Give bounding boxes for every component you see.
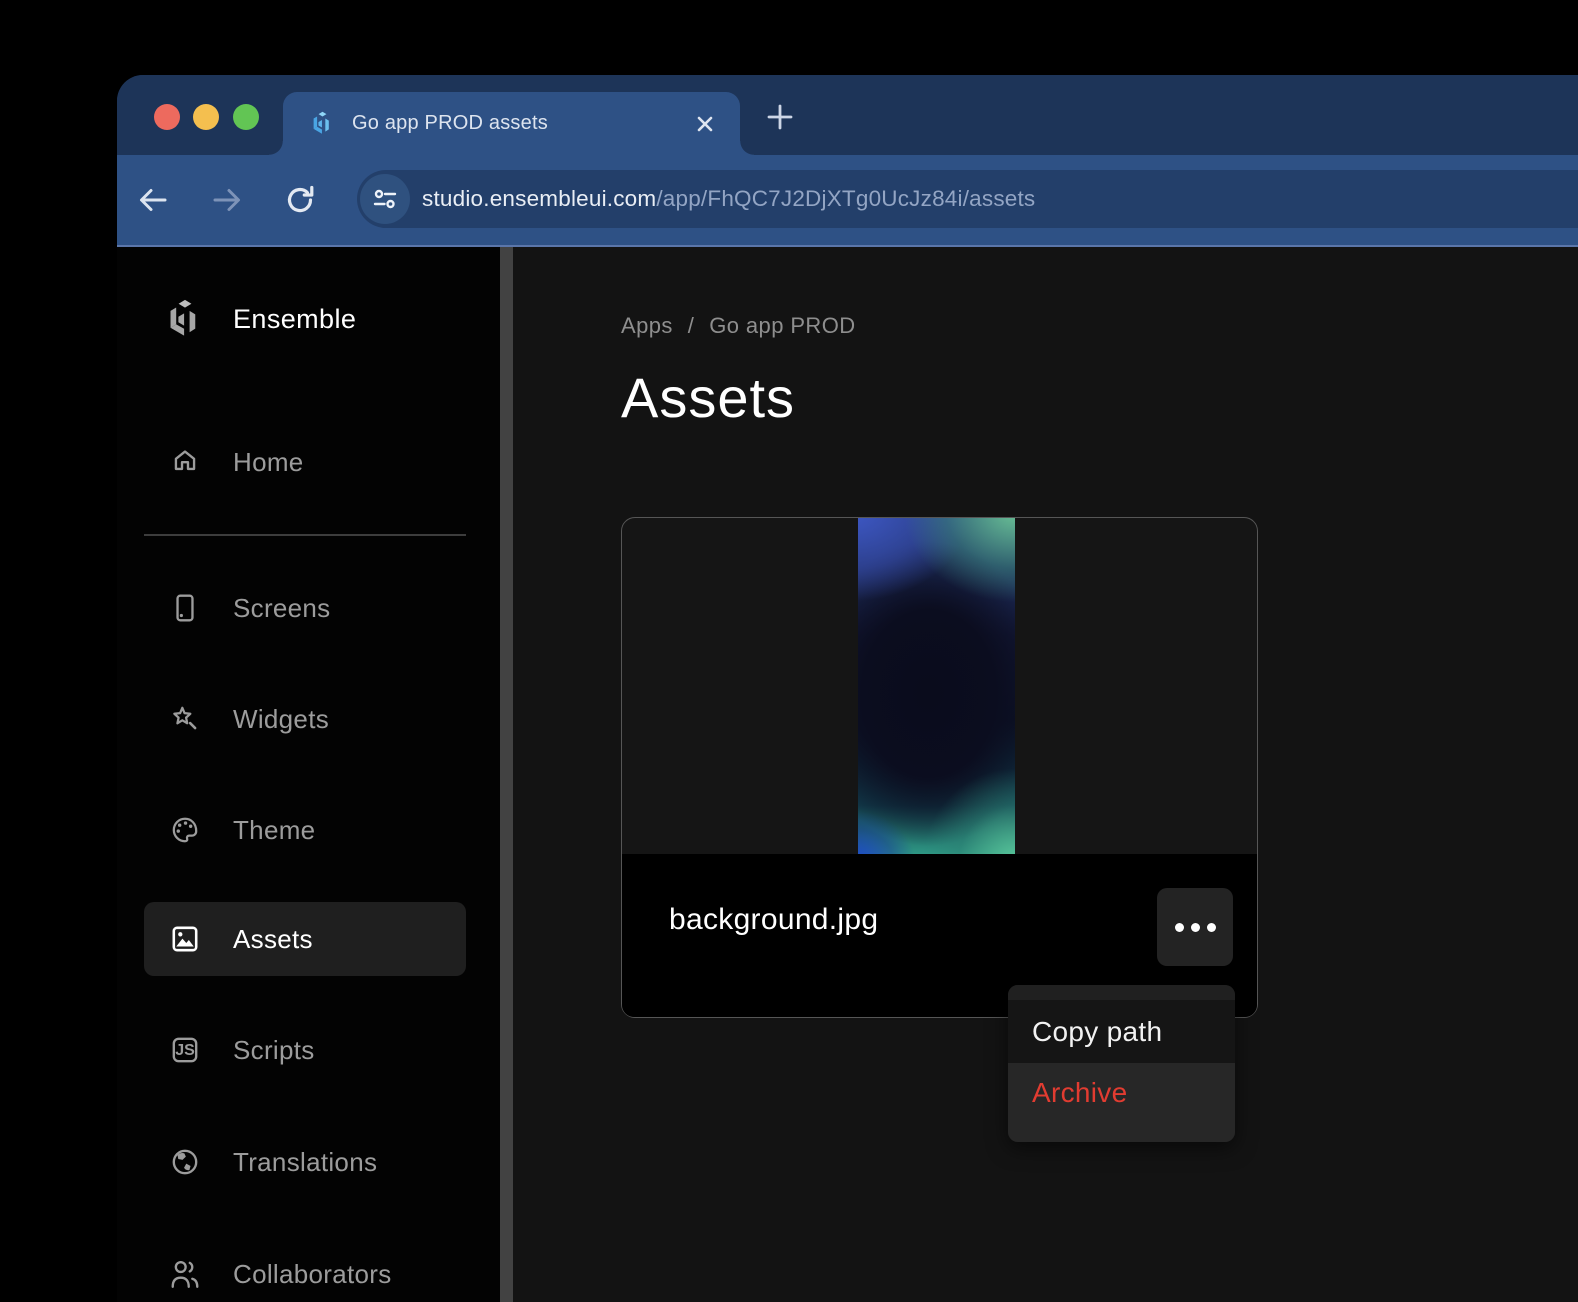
screen: Go app PROD assets bbox=[0, 0, 1578, 1302]
dot bbox=[1207, 923, 1216, 932]
sidebar: Ensemble Home Screens bbox=[117, 247, 500, 1302]
sidebar-item-scripts[interactable]: JS Scripts bbox=[144, 1013, 466, 1087]
screens-icon bbox=[163, 586, 207, 630]
asset-card[interactable]: background.jpg bbox=[621, 517, 1258, 1018]
breadcrumb-separator: / bbox=[688, 313, 695, 339]
window-zoom-button[interactable] bbox=[233, 104, 259, 130]
sidebar-item-label: Screens bbox=[233, 593, 330, 624]
menu-item-copy-path[interactable]: Copy path bbox=[1008, 1000, 1235, 1063]
url-domain: studio.ensembleui.com bbox=[422, 186, 656, 211]
breadcrumb-app-name[interactable]: Go app PROD bbox=[709, 313, 855, 339]
sidebar-item-label: Home bbox=[233, 447, 304, 478]
url-text[interactable]: studio.ensembleui.com/app/FhQC7J2DjXTg0U… bbox=[422, 186, 1035, 212]
widgets-icon bbox=[163, 697, 207, 741]
sidebar-scrollbar[interactable] bbox=[500, 247, 513, 1302]
main-pane: Apps / Go app PROD Assets background.jpg bbox=[513, 247, 1578, 1302]
dot bbox=[1175, 923, 1184, 932]
ensemble-favicon-icon bbox=[309, 110, 336, 137]
home-icon bbox=[163, 440, 207, 484]
scripts-icon: JS bbox=[163, 1028, 207, 1072]
sidebar-item-label: Theme bbox=[233, 815, 315, 846]
browser-window: Go app PROD assets bbox=[117, 75, 1578, 1302]
sidebar-item-theme[interactable]: Theme bbox=[144, 793, 466, 867]
assets-icon bbox=[163, 917, 207, 961]
translations-icon bbox=[163, 1140, 207, 1184]
sidebar-item-collaborators[interactable]: Collaborators bbox=[144, 1237, 466, 1302]
new-tab-button[interactable] bbox=[765, 102, 795, 132]
sidebar-item-home[interactable]: Home bbox=[144, 425, 466, 499]
sidebar-divider bbox=[144, 534, 466, 536]
breadcrumb: Apps / Go app PROD bbox=[621, 313, 1578, 339]
site-settings-icon[interactable] bbox=[360, 174, 410, 224]
collaborators-icon bbox=[163, 1252, 207, 1296]
menu-item-archive[interactable]: Archive bbox=[1008, 1063, 1235, 1142]
window-minimize-button[interactable] bbox=[193, 104, 219, 130]
breadcrumb-apps[interactable]: Apps bbox=[621, 313, 673, 339]
sidebar-item-translations[interactable]: Translations bbox=[144, 1125, 466, 1199]
more-menu-icon[interactable] bbox=[1157, 888, 1233, 966]
context-menu-padding bbox=[1008, 985, 1235, 1000]
reload-icon[interactable] bbox=[283, 183, 317, 217]
ensemble-logo-icon bbox=[163, 297, 207, 341]
tab-strip: Go app PROD assets bbox=[117, 75, 1578, 155]
close-tab-icon[interactable] bbox=[692, 111, 718, 137]
url-bar[interactable]: studio.ensembleui.com/app/FhQC7J2DjXTg0U… bbox=[357, 170, 1578, 228]
sidebar-item-label: Collaborators bbox=[233, 1259, 392, 1290]
app-content: Ensemble Home Screens bbox=[117, 247, 1578, 1302]
asset-filename: background.jpg bbox=[669, 903, 878, 937]
url-path: /app/FhQC7J2DjXTg0UcJz84i/assets bbox=[656, 186, 1035, 211]
asset-thumbnail bbox=[858, 518, 1015, 856]
sidebar-item-label: Translations bbox=[233, 1147, 377, 1178]
page-title: Assets bbox=[621, 365, 1578, 430]
browser-tab[interactable]: Go app PROD assets bbox=[283, 92, 740, 155]
sidebar-item-label: Widgets bbox=[233, 704, 329, 735]
sidebar-item-label: Scripts bbox=[233, 1035, 315, 1066]
theme-icon bbox=[163, 808, 207, 852]
tab-title: Go app PROD assets bbox=[352, 112, 548, 135]
back-icon[interactable] bbox=[136, 183, 170, 217]
sidebar-item-assets[interactable]: Assets bbox=[144, 902, 466, 976]
sidebar-item-widgets[interactable]: Widgets bbox=[144, 682, 466, 756]
asset-context-menu: Copy path Archive bbox=[1008, 985, 1235, 1142]
sidebar-item-screens[interactable]: Screens bbox=[144, 571, 466, 645]
browser-toolbar: studio.ensembleui.com/app/FhQC7J2DjXTg0U… bbox=[117, 155, 1578, 247]
brand-name: Ensemble bbox=[233, 304, 356, 335]
sidebar-item-label: Assets bbox=[233, 924, 313, 955]
dot bbox=[1191, 923, 1200, 932]
forward-icon[interactable] bbox=[210, 183, 244, 217]
brand-row[interactable]: Ensemble bbox=[144, 282, 466, 356]
window-close-button[interactable] bbox=[154, 104, 180, 130]
svg-text:JS: JS bbox=[175, 1042, 195, 1059]
